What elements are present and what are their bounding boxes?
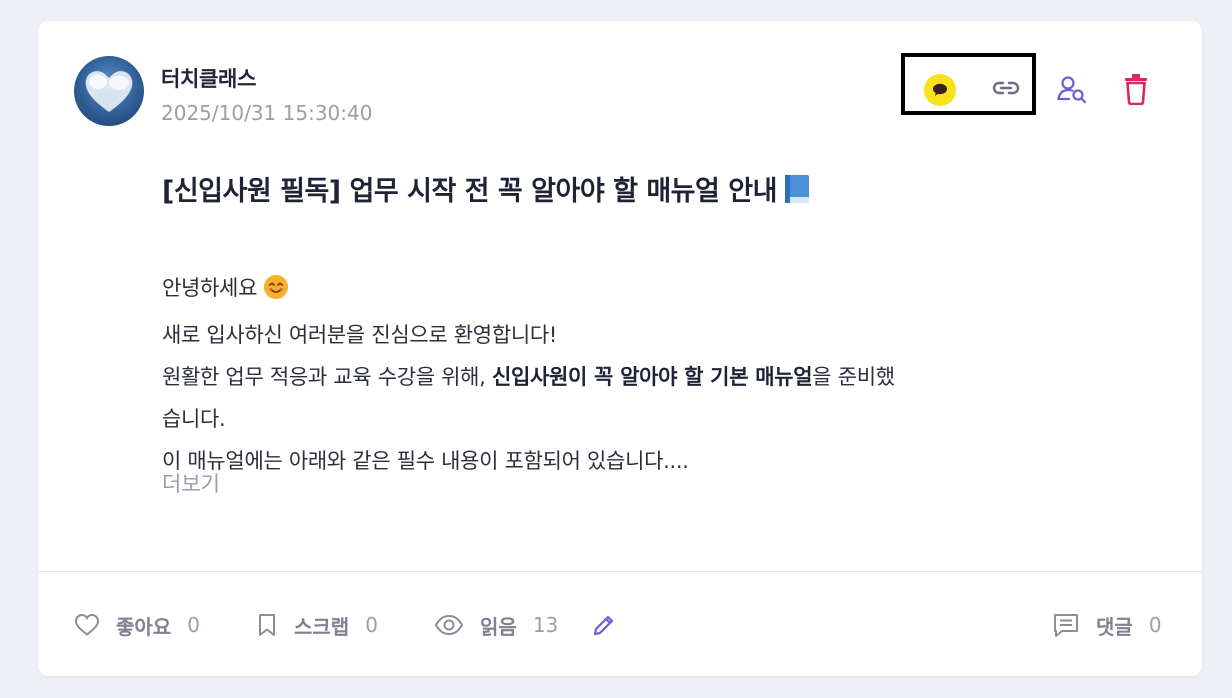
read-more-link[interactable]: 더보기: [162, 468, 220, 498]
post-body: 안녕하세요 새로 입사하신 여러분을 진심으로 환영합니다! 원활한 업무 적응…: [162, 267, 1092, 482]
author-name: 터치클래스: [161, 67, 257, 91]
post-date: 2025/10/31 15:30:40: [161, 101, 373, 125]
post-title: [신입사원 필독] 업무 시작 전 꼭 알아야 할 매뉴얼 안내: [162, 169, 811, 208]
body-line: 새로 입사하신 여러분을 진심으로 환영합니다!: [162, 323, 557, 347]
view-readers-button[interactable]: [1056, 73, 1088, 105]
post-card: 터치클래스 2025/10/31 15:30:40 [신입사원 필독] 업무 시…: [38, 21, 1202, 676]
link-icon: [992, 81, 1020, 95]
trash-icon: [1125, 74, 1147, 106]
delete-button[interactable]: [1122, 73, 1150, 106]
copy-link-button[interactable]: [990, 75, 1022, 101]
body-text: 안녕하세요: [162, 276, 258, 300]
read-count: 13: [532, 613, 559, 637]
avatar: [74, 56, 144, 126]
kakao-talk-icon: [933, 83, 947, 96]
body-line: 원활한 업무 적응과 교육 수강을 위해, 신입사원이 꼭 알아야 할 기본 매…: [162, 356, 1092, 398]
heart-cloud-icon: [85, 71, 133, 112]
heart-icon: [74, 613, 100, 636]
bookmark-icon: [259, 614, 275, 636]
comment-icon: [1054, 614, 1078, 637]
person-search-icon: [1057, 76, 1087, 104]
comment-button[interactable]: 댓글 0: [1052, 610, 1162, 640]
post-title-text: [신입사원 필독] 업무 시작 전 꼭 알아야 할 매뉴얼 안내: [162, 176, 777, 207]
scrap-button[interactable]: 스크랩 0: [256, 610, 378, 640]
kakao-share-button[interactable]: [924, 74, 956, 106]
comment-count: 0: [1148, 613, 1162, 637]
post-footer: 좋아요 0 스크랩 0 읽음 13 댓글 0: [38, 572, 1202, 676]
comment-label: 댓글: [1096, 614, 1133, 639]
body-text: 원활한 업무 적응과 교육 수강을 위해,: [162, 365, 492, 389]
body-line: 이 매뉴얼에는 아래와 같은 필수 내용이 포함되어 있습니다....: [162, 449, 689, 473]
edit-button[interactable]: [591, 612, 617, 638]
post-header: 터치클래스 2025/10/31 15:30:40: [38, 21, 1202, 141]
body-text: 을 준비했: [812, 365, 895, 389]
pencil-icon: [593, 615, 614, 636]
body-line: 습니다.: [162, 407, 226, 431]
read-count-button[interactable]: 읽음 13: [434, 610, 558, 640]
body-bold-text: 신입사원이 꼭 알아야 할 기본 매뉴얼: [491, 365, 813, 389]
like-label: 좋아요: [116, 614, 172, 639]
smiling-face-icon: [263, 272, 289, 314]
scrap-count: 0: [365, 613, 378, 637]
blue-book-icon: [783, 173, 811, 205]
like-button[interactable]: 좋아요 0: [74, 610, 200, 640]
share-actions-highlight: [901, 53, 1036, 115]
read-label: 읽음: [480, 614, 517, 639]
body-line: 안녕하세요: [162, 267, 1092, 314]
scrap-label: 스크랩: [294, 614, 350, 639]
like-count: 0: [187, 613, 200, 637]
eye-icon: [434, 614, 464, 636]
